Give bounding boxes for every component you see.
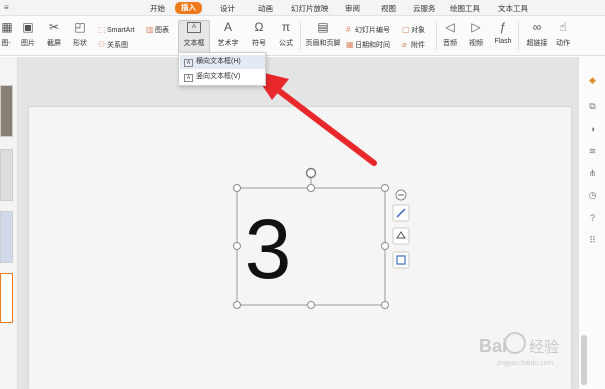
vertical-textbox-icon: A <box>184 74 193 82</box>
slide-thumbnail-panel <box>0 57 18 389</box>
editing-canvas <box>18 57 578 389</box>
object-icon: ▢ <box>402 25 410 34</box>
menu-bar: ≡ 开始 插入 设计 动画 幻灯片放映 审阅 视图 云服务 绘图工具 文本工具 <box>0 0 605 16</box>
action-icon: ☝ <box>559 20 567 34</box>
menu-tab[interactable]: 插入 <box>175 2 202 14</box>
ribbon-separator <box>300 21 301 51</box>
menu-tab[interactable]: 文本工具 <box>494 3 532 14</box>
horizontal-textbox-icon: A <box>184 59 193 67</box>
settings-icon[interactable]: ≋ <box>587 146 598 157</box>
menu-tab[interactable]: 幻灯片放映 <box>287 3 333 14</box>
table-icon: ▦ <box>1 20 13 34</box>
video-button[interactable]: ▷ 视频 <box>464 20 488 48</box>
ribbon-separator <box>436 21 437 51</box>
video-icon: ▷ <box>471 20 481 34</box>
slide[interactable] <box>29 107 571 389</box>
omega-icon: Ω <box>254 20 264 34</box>
smartart-icon: ⬚ <box>98 25 106 34</box>
object-button[interactable]: ▢对象 <box>402 25 425 35</box>
shape-icon[interactable]: ◑ <box>587 124 598 135</box>
vertical-textbox-item[interactable]: A 竖向文本框(V) <box>180 70 265 84</box>
menu-tab[interactable]: 设计 <box>216 3 239 14</box>
textbox-icon: A <box>187 22 201 33</box>
symbol-button[interactable]: Ω 符号 <box>246 20 272 48</box>
slide-thumbnail-active[interactable] <box>0 273 13 323</box>
chart-button[interactable]: ▥图表 <box>146 25 169 35</box>
property-icon[interactable]: ◆ <box>587 75 598 86</box>
paperclip-icon: ⌀ <box>402 40 407 49</box>
horizontal-textbox-item[interactable]: A 横向文本框(H) <box>180 55 265 69</box>
copy-icon[interactable]: ⧉ <box>587 101 598 112</box>
share-icon[interactable]: ⋔ <box>587 168 598 179</box>
menu-tab[interactable]: 审阅 <box>341 3 364 14</box>
flash-button[interactable]: ƒ Flash <box>490 20 516 45</box>
quick-access-icon[interactable]: ≡ <box>4 3 9 12</box>
chart-icon: ▥ <box>146 25 154 34</box>
scrollbar-thumb[interactable] <box>581 335 587 385</box>
textbox-button[interactable]: A 文本框 <box>178 20 210 48</box>
relation-chart-icon: ⚇ <box>98 40 106 49</box>
action-button[interactable]: ☝ 动作 <box>552 20 574 48</box>
menu-tab[interactable]: 绘图工具 <box>446 3 484 14</box>
slide-thumbnail[interactable] <box>0 85 13 137</box>
wordart-icon: A <box>223 20 232 34</box>
audio-button[interactable]: ◁ 音频 <box>438 20 462 48</box>
textbox-dropdown-menu: A 横向文本框(H) A 竖向文本框(V) <box>178 52 266 86</box>
table-button[interactable]: ▦ 图- <box>0 20 12 48</box>
slide-thumbnail[interactable] <box>0 211 13 263</box>
image-icon: ▣ <box>22 20 34 34</box>
scissors-icon: ✂ <box>48 20 60 34</box>
relation-chart-button[interactable]: ⚇ 关系图 <box>98 40 128 50</box>
smartart-button[interactable]: ⬚SmartArt <box>98 25 135 34</box>
link-icon: ∞ <box>532 20 542 34</box>
pi-icon: π <box>281 20 291 34</box>
screenshot-button[interactable]: ✂ 截屏 <box>42 20 66 48</box>
datetime-button[interactable]: ▦日期和时间 <box>346 40 390 50</box>
right-sidebar: ◆ ⧉ ◑ ≋ ⋔ ◷ ? ⠿ <box>578 57 605 389</box>
help-icon[interactable]: ? <box>587 213 598 224</box>
attachment-button[interactable]: ⌀ 附件 <box>402 40 425 50</box>
menu-tab[interactable]: 视图 <box>377 3 400 14</box>
formula-button[interactable]: π 公式 <box>274 20 298 48</box>
calendar-icon: ▦ <box>346 40 354 49</box>
slide-number-button[interactable]: # 幻灯片编号 <box>346 25 390 35</box>
speaker-icon: ◁ <box>445 20 455 34</box>
ribbon-insert: ▦ 图- ▣ 图片 ✂ 截屏 ◰ 形状 ⬚SmartArt ▥图表 ⚇ 关系图 A… <box>0 16 605 56</box>
shape-button[interactable]: ◰ 形状 <box>68 20 92 48</box>
flash-icon: ƒ <box>499 20 507 34</box>
grid-icon[interactable]: ⠿ <box>587 235 598 246</box>
ribbon-separator <box>518 21 519 51</box>
wordart-button[interactable]: A 艺术字 <box>214 20 242 48</box>
menu-tab[interactable]: 动画 <box>254 3 277 14</box>
history-icon[interactable]: ◷ <box>587 190 598 201</box>
shapes-icon: ◰ <box>74 20 86 34</box>
menu-tab[interactable]: 云服务 <box>409 3 440 14</box>
header-footer-icon: ▤ <box>317 20 329 34</box>
menu-tab[interactable]: 开始 <box>146 3 169 14</box>
slide-thumbnail[interactable] <box>0 149 13 201</box>
image-button[interactable]: ▣ 图片 <box>16 20 40 48</box>
header-footer-button[interactable]: ▤ 页眉和页脚 <box>304 20 342 48</box>
hyperlink-button[interactable]: ∞ 超链接 <box>522 20 552 48</box>
slide-number-icon: # <box>346 25 351 34</box>
